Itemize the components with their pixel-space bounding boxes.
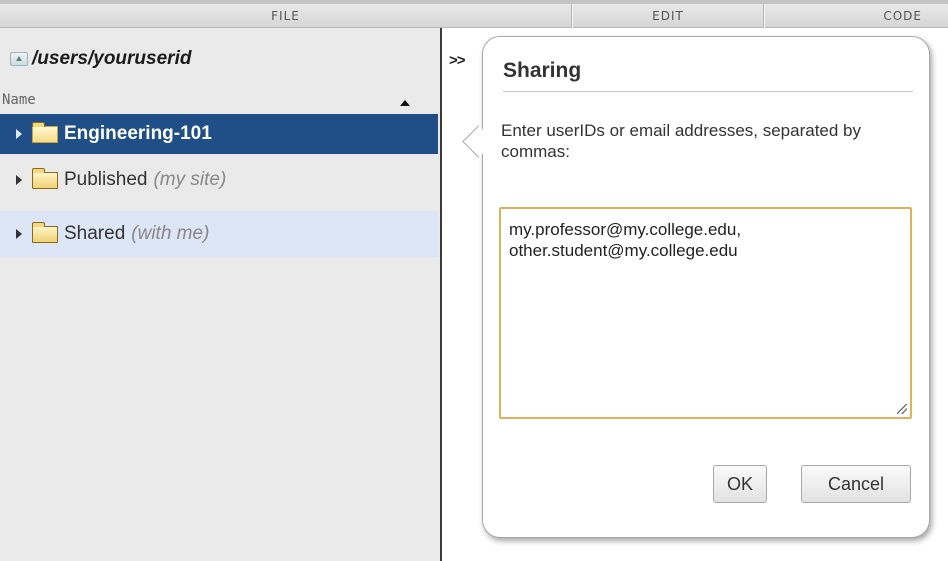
menu-edit[interactable]: EDIT bbox=[572, 4, 764, 28]
folder-icon bbox=[32, 121, 58, 143]
path-bar: /users/youruserid bbox=[10, 46, 191, 72]
expand-arrow-icon[interactable] bbox=[16, 129, 22, 139]
ok-button[interactable]: OK bbox=[713, 465, 767, 503]
cancel-button[interactable]: Cancel bbox=[801, 465, 911, 503]
current-path: /users/youruserid bbox=[32, 48, 192, 69]
dialog-title: Sharing bbox=[503, 59, 913, 92]
sharing-dialog: Sharing Enter userIDs or email addresses… bbox=[462, 36, 930, 538]
expand-arrow-icon[interactable] bbox=[16, 175, 22, 185]
folder-icon bbox=[32, 167, 58, 189]
share-recipients-input[interactable] bbox=[499, 207, 912, 419]
menu-file[interactable]: FILE bbox=[0, 4, 572, 28]
folder-row-published[interactable]: Published (my site) bbox=[0, 160, 438, 200]
expand-editor-toggle[interactable]: >> bbox=[449, 52, 466, 69]
folder-row-shared[interactable]: Shared (with me) bbox=[0, 211, 438, 257]
folder-icon bbox=[32, 221, 58, 243]
parent-folder-icon[interactable] bbox=[10, 52, 28, 66]
menu-code[interactable]: CODE bbox=[764, 4, 948, 28]
folder-sublabel: (my site) bbox=[153, 169, 227, 190]
resize-grip-icon[interactable] bbox=[897, 404, 907, 414]
menu-bar: FILE EDIT CODE bbox=[0, 0, 948, 28]
name-column-header[interactable]: Name bbox=[0, 90, 438, 112]
folder-sublabel: (with me) bbox=[131, 223, 210, 244]
expand-arrow-icon[interactable] bbox=[16, 229, 22, 239]
folder-label: Published bbox=[64, 169, 148, 190]
name-column-label: Name bbox=[2, 92, 36, 108]
folder-label: Shared bbox=[64, 223, 126, 244]
sort-ascending-icon[interactable] bbox=[400, 100, 410, 106]
dialog-instructions: Enter userIDs or email addresses, separa… bbox=[501, 121, 862, 161]
folder-row-engineering[interactable]: Engineering-101 bbox=[0, 114, 438, 154]
popover-pointer bbox=[462, 125, 495, 158]
folder-label: Engineering-101 bbox=[64, 123, 212, 144]
file-browser-panel: /users/youruserid Name Engineering-101 P… bbox=[0, 28, 442, 561]
